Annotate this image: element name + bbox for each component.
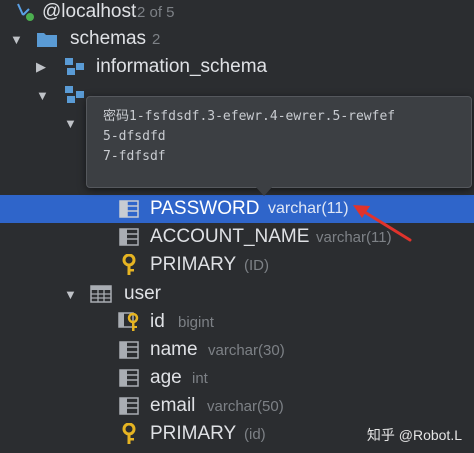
schemas-label: schemas [70, 28, 147, 49]
key-columns: (ID) [244, 256, 269, 274]
chevron-down-icon[interactable]: ▼ [36, 88, 50, 103]
chevron-down-icon[interactable]: ▼ [64, 116, 78, 131]
column-icon [118, 199, 140, 219]
tree-row-column-id[interactable]: id bigint [0, 308, 474, 336]
column-name: ACCOUNT_NAME [150, 226, 310, 247]
tree-row-column-name[interactable]: name varchar(30) [0, 336, 474, 364]
column-name: name [150, 339, 198, 360]
column-type: varchar(30) [208, 341, 285, 359]
tree-row-information-schema[interactable]: ▶ information_schema [0, 53, 474, 81]
key-name: PRIMARY [150, 423, 237, 444]
column-icon [118, 227, 140, 247]
folder-icon [36, 29, 58, 49]
connection-count: 2 of 5 [137, 3, 175, 21]
tooltip-pointer [255, 186, 273, 196]
schema-icon [64, 85, 86, 105]
schema-label: information_schema [96, 56, 268, 77]
schema-icon [64, 57, 86, 77]
key-name: PRIMARY [150, 254, 237, 275]
primary-key-column-icon [118, 312, 140, 332]
connection-name: @localhost [42, 1, 137, 22]
key-columns: (id) [244, 425, 266, 443]
column-type: bigint [178, 313, 214, 331]
key-icon [118, 254, 140, 275]
tree-row-connection[interactable]: @localhost 2 of 5 [0, 0, 474, 26]
column-name: id [150, 311, 165, 332]
tree-row-key-primary[interactable]: PRIMARY (ID) [0, 251, 474, 279]
column-type: varchar(11) [268, 200, 349, 217]
schemas-count: 2 [152, 30, 161, 48]
chevron-down-icon[interactable]: ▼ [10, 32, 24, 47]
column-comment-tooltip: 密码1-fsfdsdf.3-efewr.4-ewrer.5-rewfef 5-d… [86, 96, 472, 188]
column-name: age [150, 367, 182, 388]
tooltip-line: 密码1-fsfdsdf.3-efewr.4-ewrer.5-rewfef [103, 109, 396, 124]
tree-row-table-user[interactable]: ▼ user [0, 280, 474, 308]
table-icon [90, 284, 112, 304]
tooltip-line: 5-dfsdfd [103, 129, 166, 144]
column-type: varchar(50) [207, 397, 284, 415]
table-name: user [124, 283, 161, 304]
annotation-arrow-icon [353, 205, 412, 242]
tooltip-line: 7-fdfsdf [103, 149, 166, 164]
column-name: PASSWORD [150, 198, 260, 219]
watermark: 知乎 @Robot.L [366, 427, 462, 443]
tree-row-column-email[interactable]: email varchar(50) [0, 392, 474, 420]
tree-row-column-age[interactable]: age int [0, 364, 474, 392]
column-icon [118, 396, 140, 416]
column-icon [118, 368, 140, 388]
column-icon [118, 340, 140, 360]
tree-row-schemas[interactable]: ▼ schemas 2 [0, 25, 474, 53]
chevron-down-icon[interactable]: ▼ [64, 287, 78, 302]
column-name: email [150, 395, 196, 416]
column-type: int [192, 369, 208, 387]
key-icon [118, 423, 140, 444]
chevron-right-icon[interactable]: ▶ [36, 59, 50, 75]
connection-icon [14, 1, 36, 23]
